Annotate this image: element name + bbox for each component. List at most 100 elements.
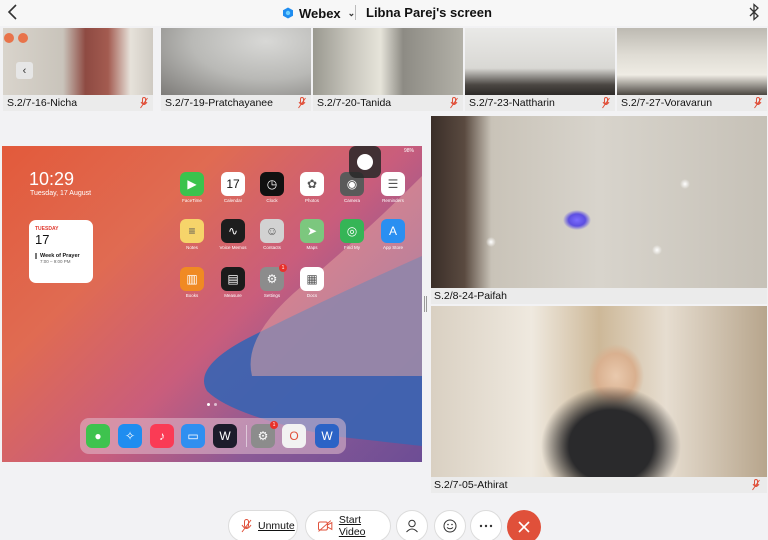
back-icon[interactable] [6,3,20,21]
participant-thumbnail[interactable]: S.2/7-23-Nattharin [465,28,615,111]
app-glyph-icon: ☺ [260,219,284,243]
muted-mic-icon [754,97,762,109]
app-label: App Store [382,245,403,250]
start-video-button[interactable]: Start Video [305,510,391,540]
scroll-left-button[interactable]: ‹ [16,62,33,79]
page-indicator [207,403,217,406]
app-icon-maps: ➤ Maps [292,219,332,250]
app-icon-find-my: ◎ Find My [332,219,372,250]
participant-thumbnail[interactable]: S.2/7-27-Voravarun [617,28,767,111]
bluetooth-icon [749,3,759,21]
participant-video [431,116,767,288]
app-label: Docs [306,293,318,298]
close-icon [518,521,530,533]
screen-share-title: Libna Parej's screen [366,5,492,20]
unmute-button[interactable]: Unmute [228,510,298,540]
app-icon-calendar: 17 Calendar [213,172,253,203]
participant-icon [406,519,418,533]
app-label: Settings [263,293,281,298]
participant-thumbnail[interactable]: S.2/7-19-Pratchayanee [161,28,311,111]
app-glyph-icon: ▶ [180,172,204,196]
more-options-button[interactable] [470,510,502,540]
widget-date: 17 [35,232,50,247]
participant-video [465,28,615,95]
participant-thumbnail[interactable]: S.2/7-20-Tanida [313,28,463,111]
participant-name: S.2/7-05-Athirat [431,477,767,493]
muted-mic-icon [140,97,148,109]
app-glyph-icon: ◷ [260,172,284,196]
app-glyph-icon: A [381,219,405,243]
unmute-label: Unmute [258,520,295,532]
dock-word-icon: W [315,424,339,448]
app-switcher[interactable]: Webex ⌄ [282,4,355,22]
app-label: Reminders [382,198,404,203]
app-label: Maps [306,245,318,250]
app-glyph-icon: 17 [221,172,245,196]
video-off-icon [318,520,333,532]
reactions-button[interactable] [434,510,466,540]
top-bar: Webex ⌄ Libna Parej's screen [0,0,768,26]
app-label: Voice Memos [219,245,247,250]
participant-tile[interactable]: S.2/8-24-Paifah [431,116,767,304]
smiley-icon [443,519,457,533]
app-label: Clock [266,198,278,203]
app-name: Webex [299,5,341,21]
participant-video [161,28,311,95]
app-label: Books [185,293,199,298]
app-glyph-icon: ▦ [300,267,324,291]
app-icon-measure: ▤ Measure [213,267,253,298]
leave-meeting-button[interactable] [507,510,541,540]
ipad-dock: ● ✧ ♪ ▭ W ⚙ 1 O W [80,418,346,454]
app-icon-contacts: ☺ Contacts [252,219,292,250]
participant-name: S.2/7-27-Voravarun [617,95,767,111]
app-icon-app-store: A App Store [373,219,413,250]
shared-screen: 98% 10:29 Tuesday, 17 August TUESDAY 17 … [2,146,422,462]
app-glyph-icon: ➤ [300,219,324,243]
app-label: FaceTime [182,198,202,203]
app-glyph-icon: ☰ [381,172,405,196]
muted-mic-icon [450,97,458,109]
participant-name: S.2/7-16-Nicha [3,95,153,111]
meeting-controls: Unmute Start Video [0,506,768,540]
app-label: Photos [304,198,319,203]
participant-name: S.2/7-20-Tanida [313,95,463,111]
participant-tile[interactable]: S.2/7-05-Athirat [431,306,767,493]
resize-handle[interactable] [424,296,427,312]
app-label: Calendar [223,198,243,203]
app-icon-reminders: ☰ Reminders [373,172,413,203]
assistive-touch-icon [349,146,381,178]
participant-name: S.2/8-24-Paifah [431,288,767,304]
app-glyph-icon: ▥ [180,267,204,291]
muted-mic-icon [752,479,760,491]
app-icon-docs: ▦ Docs [292,267,332,298]
app-glyph-icon: ✿ [300,172,324,196]
app-icon-clock: ◷ Clock [252,172,292,203]
app-icon-voice-memos: ∿ Voice Memos [213,219,253,250]
app-icon-facetime: ▶ FaceTime [172,172,212,203]
widget-event-time: 7:00 – 9:00 PM [40,259,71,264]
chevron-left-icon: ‹ [22,64,27,77]
app-icon-books: ▥ Books [172,267,212,298]
participant-video [617,28,767,95]
divider [355,5,356,20]
notification-badge: 1 [279,264,287,272]
dock-messages-icon: ● [86,424,110,448]
app-label: Notes [186,245,198,250]
participant-video [431,306,767,477]
app-label: Contacts [263,245,281,250]
dock-settings-icon: ⚙ 1 [251,421,278,448]
app-label: Camera [343,198,360,203]
participants-button[interactable] [396,510,428,540]
app-label: Measure [224,293,242,298]
ipad-date: Tuesday, 17 August [30,190,92,197]
app-glyph-icon: ◎ [340,219,364,243]
app-glyph-icon: ≡ [180,219,204,243]
start-video-label: Start Video [338,514,366,538]
dock-safari-icon: ✧ [118,424,142,448]
calendar-widget: TUESDAY 17 Week of Prayer 7:00 – 9:00 PM [29,220,93,283]
participant-strip: S.2/7-16-Nicha S.2/7-19-Pratchayanee S.2… [0,28,768,111]
webex-logo-icon [283,7,293,19]
app-label: Find My [343,245,360,250]
app-glyph-icon: ▤ [221,267,245,291]
app-glyph-icon: ⚙ 1 [260,264,287,291]
